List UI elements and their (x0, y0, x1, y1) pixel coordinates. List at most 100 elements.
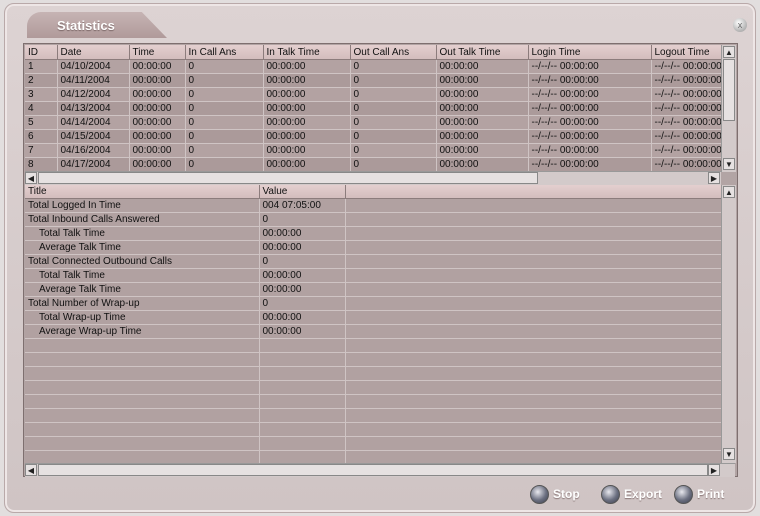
daily-grid-vertical-scrollbar[interactable]: ▲ ▼ (721, 45, 736, 172)
summary-row[interactable]: Average Talk Time 00:00:00 (25, 282, 721, 297)
print-button[interactable]: Print (674, 484, 724, 504)
table-cell: --/--/-- 00:00:00 (651, 129, 721, 144)
summary-filler (345, 296, 721, 311)
summary-row[interactable]: Total Logged In Time 004 07:05:00 (25, 198, 721, 213)
summary-filler (345, 408, 721, 423)
scroll-up-icon[interactable]: ▲ (723, 186, 735, 198)
table-row[interactable]: 2 04/11/2004 00:00:00 0 00:00:00 0 00:00:00 --/… (25, 73, 721, 88)
export-button[interactable]: Export (601, 484, 662, 504)
column-header-in-call-ans[interactable]: In Call Ans (185, 45, 264, 60)
daily-grid-horizontal-scrollbar[interactable]: ◀ ▶ (25, 171, 721, 185)
summary-filler (345, 436, 721, 451)
table-cell: 04/16/2004 (57, 143, 130, 158)
column-header-logout-time[interactable]: Logout Time (651, 45, 721, 60)
column-header-title[interactable]: Title (25, 185, 260, 199)
table-row[interactable]: 5 04/14/2004 00:00:00 0 00:00:00 0 00:00:00 --/… (25, 115, 721, 130)
column-header-out-call-ans[interactable]: Out Call Ans (350, 45, 437, 60)
summary-row[interactable]: Total Connected Outbound Calls 0 (25, 254, 721, 269)
summary-value: 00:00:00 (259, 268, 346, 283)
summary-row[interactable] (25, 450, 721, 463)
table-row[interactable]: 7 04/16/2004 00:00:00 0 00:00:00 0 00:00:00 --/… (25, 143, 721, 158)
summary-row[interactable]: Total Wrap-up Time 00:00:00 (25, 310, 721, 325)
table-cell: 5 (25, 115, 58, 130)
scroll-thumb[interactable] (38, 464, 708, 476)
column-header-in-talk-time[interactable]: In Talk Time (263, 45, 351, 60)
summary-value: 00:00:00 (259, 226, 346, 241)
summary-value (259, 436, 346, 451)
stop-orb-icon (530, 484, 549, 504)
table-cell: --/--/-- 00:00:00 (528, 157, 652, 171)
scroll-right-icon[interactable]: ▶ (708, 172, 720, 184)
column-header-value[interactable]: Value (259, 185, 346, 199)
summary-filler (345, 324, 721, 339)
summary-title: Total Wrap-up Time (25, 310, 260, 325)
table-cell: 00:00:00 (129, 73, 186, 88)
column-header-time[interactable]: Time (129, 45, 186, 60)
table-row[interactable]: 1 04/10/2004 00:00:00 0 00:00:00 0 00:00:00 --/… (25, 59, 721, 74)
scroll-left-icon[interactable]: ◀ (25, 172, 37, 184)
summary-value: 0 (259, 254, 346, 269)
column-header-out-talk-time[interactable]: Out Talk Time (436, 45, 529, 60)
summary-row[interactable] (25, 380, 721, 395)
table-row[interactable]: 4 04/13/2004 00:00:00 0 00:00:00 0 00:00:00 --/… (25, 101, 721, 116)
scroll-down-icon[interactable]: ▼ (723, 158, 735, 170)
stop-label: Stop (553, 487, 580, 501)
scroll-right-icon[interactable]: ▶ (708, 464, 720, 476)
table-cell: 0 (185, 87, 264, 102)
summary-row[interactable]: Average Talk Time 00:00:00 (25, 240, 721, 255)
table-cell: 00:00:00 (129, 59, 186, 74)
summary-title: Total Talk Time (25, 226, 260, 241)
table-cell: 00:00:00 (263, 157, 351, 171)
column-header-date[interactable]: Date (57, 45, 130, 60)
table-cell: 0 (185, 115, 264, 130)
stop-button[interactable]: Stop (530, 484, 580, 504)
table-cell: 00:00:00 (436, 87, 529, 102)
table-cell: 04/11/2004 (57, 73, 130, 88)
table-cell: --/--/-- 00:00:00 (651, 101, 721, 116)
summary-row[interactable] (25, 366, 721, 381)
table-cell: --/--/-- 00:00:00 (651, 87, 721, 102)
summary-value (259, 450, 346, 463)
table-cell: --/--/-- 00:00:00 (651, 143, 721, 158)
table-cell: --/--/-- 00:00:00 (528, 59, 652, 74)
scroll-left-icon[interactable]: ◀ (25, 464, 37, 476)
summary-row[interactable] (25, 352, 721, 367)
table-row[interactable]: 8 04/17/2004 00:00:00 0 00:00:00 0 00:00:00 --/… (25, 157, 721, 171)
summary-title: Average Wrap-up Time (25, 324, 260, 339)
table-row[interactable]: 6 04/15/2004 00:00:00 0 00:00:00 0 00:00:00 --/… (25, 129, 721, 144)
table-cell: --/--/-- 00:00:00 (651, 157, 721, 171)
table-row[interactable]: 3 04/12/2004 00:00:00 0 00:00:00 0 00:00:00 --/… (25, 87, 721, 102)
column-header-id[interactable]: ID (25, 45, 58, 60)
summary-row[interactable] (25, 422, 721, 437)
summary-title (25, 436, 260, 451)
summary-row[interactable]: Total Number of Wrap-up 0 (25, 296, 721, 311)
summary-row[interactable]: Total Talk Time 00:00:00 (25, 226, 721, 241)
summary-row[interactable] (25, 338, 721, 353)
table-cell: 00:00:00 (436, 101, 529, 116)
scroll-up-icon[interactable]: ▲ (723, 46, 735, 58)
table-cell: 0 (185, 101, 264, 116)
table-cell: 0 (185, 59, 264, 74)
close-button[interactable]: x (733, 18, 747, 32)
summary-row[interactable] (25, 408, 721, 423)
summary-row[interactable]: Total Talk Time 00:00:00 (25, 268, 721, 283)
summary-value: 004 07:05:00 (259, 198, 346, 213)
column-header-login-time[interactable]: Login Time (528, 45, 652, 60)
table-cell: --/--/-- 00:00:00 (651, 59, 721, 74)
table-cell: 2 (25, 73, 58, 88)
summary-value: 00:00:00 (259, 310, 346, 325)
summary-grid-vertical-scrollbar[interactable]: ▲ ▼ (721, 185, 736, 463)
scroll-thumb[interactable] (723, 59, 735, 121)
scroll-down-icon[interactable]: ▼ (723, 448, 735, 460)
table-cell: 0 (350, 101, 437, 116)
summary-row[interactable] (25, 436, 721, 451)
summary-filler (345, 380, 721, 395)
summary-row[interactable]: Total Inbound Calls Answered 0 (25, 212, 721, 227)
summary-grid-horizontal-scrollbar[interactable]: ◀ ▶ (25, 463, 735, 477)
summary-title: Total Number of Wrap-up (25, 296, 260, 311)
summary-title (25, 422, 260, 437)
summary-row[interactable] (25, 394, 721, 409)
summary-row[interactable]: Average Wrap-up Time 00:00:00 (25, 324, 721, 339)
summary-title (25, 380, 260, 395)
scroll-thumb[interactable] (38, 172, 538, 184)
